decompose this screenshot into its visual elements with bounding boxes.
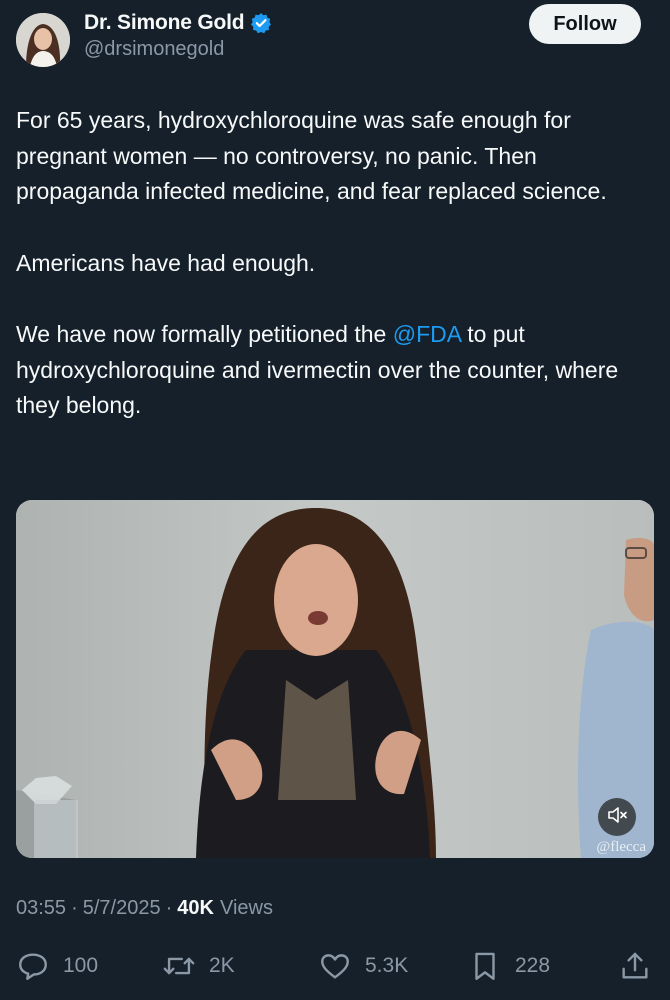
tweet-paragraph: Americans have had enough. xyxy=(16,249,316,276)
like-count: 5.3K xyxy=(365,954,409,977)
tweet-paragraph: For 65 years, hydroxychloroquine was saf… xyxy=(16,107,607,204)
repost-count: 2K xyxy=(209,954,235,977)
bookmark-icon xyxy=(468,949,502,983)
share-icon xyxy=(618,949,652,983)
video-watermark: @flecca xyxy=(596,839,646,855)
repost-button[interactable]: 2K xyxy=(162,942,235,990)
share-button[interactable] xyxy=(618,942,652,990)
display-name[interactable]: Dr. Simone Gold xyxy=(84,11,245,35)
tweet-meta: 03:55 · 5/7/2025 · 40K Views xyxy=(16,897,273,920)
tweet-paragraph: We have now formally petitioned the @FDA… xyxy=(16,317,656,424)
reply-count: 100 xyxy=(63,954,99,977)
like-button[interactable]: 5.3K xyxy=(318,942,408,990)
tweet-text: For 65 years, hydroxychloroquine was saf… xyxy=(16,103,656,460)
reply-icon xyxy=(16,949,50,983)
views-count: 40K xyxy=(177,897,214,919)
repost-icon xyxy=(162,949,196,983)
video-frame xyxy=(16,500,654,858)
meta-separator: · xyxy=(165,897,173,919)
verified-badge-icon xyxy=(250,12,272,34)
bookmark-count: 228 xyxy=(515,954,551,977)
author-handle[interactable]: @drsimonegold xyxy=(84,38,272,61)
mention-link[interactable]: @FDA xyxy=(393,321,461,347)
action-bar: 100 2K 5.3K 228 xyxy=(0,942,670,990)
tweet-date[interactable]: 5/7/2025 xyxy=(83,897,161,920)
video-player[interactable]: @flecca xyxy=(16,500,654,858)
mute-button[interactable] xyxy=(598,798,636,836)
tweet-text-segment: We have now formally petitioned the xyxy=(16,321,393,347)
tweet-header: Dr. Simone Gold @drsimonegold Follow xyxy=(0,0,670,80)
reply-button[interactable]: 100 xyxy=(16,942,98,990)
meta-separator: · xyxy=(71,897,78,919)
bookmark-button[interactable]: 228 xyxy=(468,942,550,990)
views-label: Views xyxy=(219,897,273,919)
follow-button[interactable]: Follow xyxy=(529,4,641,44)
tweet-time[interactable]: 03:55 xyxy=(16,897,66,920)
heart-icon xyxy=(318,949,352,983)
author-block: Dr. Simone Gold @drsimonegold xyxy=(84,10,272,61)
avatar[interactable] xyxy=(16,13,70,67)
name-row: Dr. Simone Gold xyxy=(84,10,272,36)
speaker-muted-icon xyxy=(606,804,628,831)
